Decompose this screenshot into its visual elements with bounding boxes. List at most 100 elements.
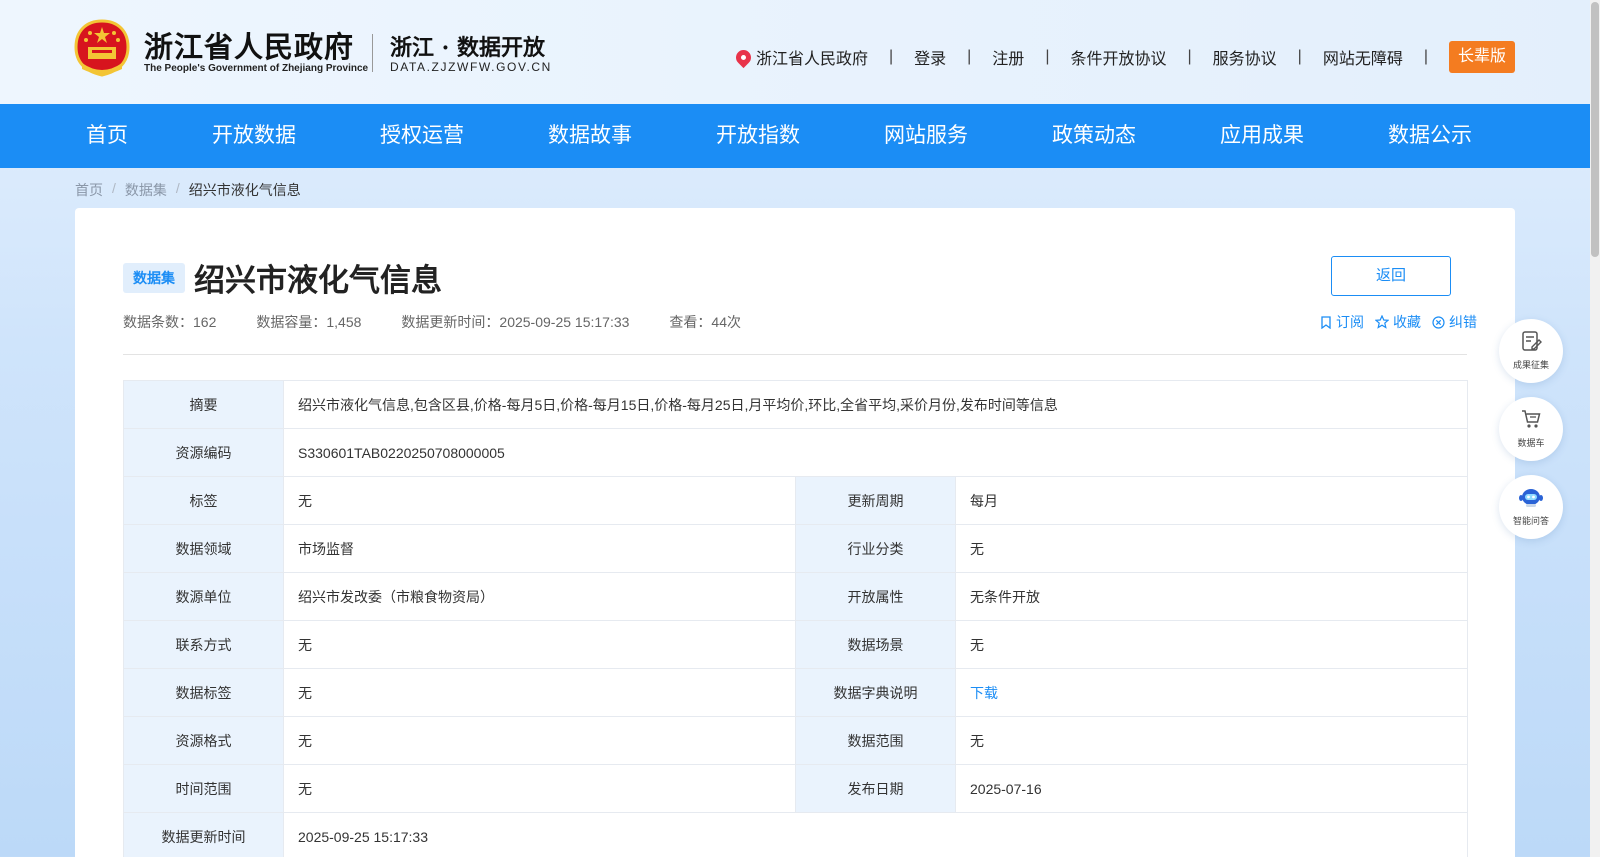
nav-site-services[interactable]: 网站服务 xyxy=(884,104,968,168)
row-label: 开放属性 xyxy=(795,572,956,621)
table-row: 数据更新时间 2025-09-25 15:17:33 xyxy=(123,812,1469,857)
link-separator: | xyxy=(1297,48,1302,65)
link-zhejiang-gov[interactable]: 浙江省人民政府 xyxy=(756,45,868,69)
nav-home[interactable]: 首页 xyxy=(86,104,128,168)
row-label: 数据范围 xyxy=(795,716,956,765)
table-row: 摘要 绍兴市液化气信息,包含区县,价格-每月5日,价格-每月15日,价格-每月2… xyxy=(123,380,1469,429)
row-label: 资源格式 xyxy=(123,716,284,765)
row-label: 更新周期 xyxy=(795,476,956,525)
breadcrumb-datasets[interactable]: 数据集 xyxy=(125,180,167,200)
dataset-card: 数据集 绍兴市液化气信息 返回 数据条数：162 数据容量：1,458 数据更新… xyxy=(75,208,1515,857)
national-emblem-icon[interactable] xyxy=(74,19,130,77)
table-row: 数源单位 绍兴市发改委（市粮食物资局） 开放属性 无条件开放 xyxy=(123,572,1469,621)
register-link[interactable]: 注册 xyxy=(992,45,1024,69)
breadcrumb: 首页 / 数据集 / 绍兴市液化气信息 xyxy=(75,180,301,200)
table-row: 标签 无 更新周期 每月 xyxy=(123,476,1469,525)
accessibility-link[interactable]: 网站无障碍 xyxy=(1323,45,1403,69)
nav-open-index[interactable]: 开放指数 xyxy=(716,104,800,168)
resource-format-value: 无 xyxy=(283,716,796,765)
row-label: 发布日期 xyxy=(795,764,956,813)
smart-qa-button[interactable]: 智能问答 xyxy=(1499,475,1563,539)
breadcrumb-separator: / xyxy=(112,180,116,196)
data-update-time-value: 2025-09-25 15:17:33 xyxy=(282,812,1469,857)
data-scene-value: 无 xyxy=(954,620,1469,669)
row-label: 资源编码 xyxy=(123,428,284,477)
scrollbar-thumb[interactable] xyxy=(1591,2,1599,257)
results-collection-label: 成果征集 xyxy=(1512,360,1549,370)
link-separator: | xyxy=(888,48,894,65)
robot-icon xyxy=(1519,489,1543,507)
top-links: 浙江省人民政府 | 登录 | 注册 | 条件开放协议 | 服务协议 | 网站无障… xyxy=(732,41,1515,73)
row-label: 数据领域 xyxy=(123,524,284,573)
scrollbar[interactable] xyxy=(1590,0,1600,857)
site-header: 浙江省人民政府 The People's Government of Zheji… xyxy=(0,0,1600,104)
view-count: 查看：44次 xyxy=(669,314,741,330)
edit-document-icon xyxy=(1522,331,1542,351)
row-label: 联系方式 xyxy=(123,620,284,669)
row-label: 数据更新时间 xyxy=(123,812,284,857)
open-attribute-value: 无条件开放 xyxy=(954,572,1469,621)
link-separator: | xyxy=(1045,48,1050,65)
dictionary-download-link[interactable]: 下载 xyxy=(954,668,1469,717)
row-label: 标签 xyxy=(123,476,284,525)
report-error-button[interactable]: 纠错 xyxy=(1432,312,1477,332)
industry-value: 无 xyxy=(954,524,1469,573)
login-link[interactable]: 登录 xyxy=(914,45,946,69)
table-row: 联系方式 无 数据场景 无 xyxy=(123,620,1469,669)
row-label: 摘要 xyxy=(123,380,284,429)
breadcrumb-current: 绍兴市液化气信息 xyxy=(188,182,301,198)
breadcrumb-separator: / xyxy=(175,180,180,196)
subscribe-button[interactable]: 订阅 xyxy=(1320,312,1364,332)
subscribe-label: 订阅 xyxy=(1336,314,1364,330)
dataset-type-badge: 数据集 xyxy=(123,263,185,293)
main-nav: 首页 开放数据 授权运营 数据故事 开放指数 网站服务 政策动态 应用成果 数据… xyxy=(0,104,1590,168)
portal-title[interactable]: 浙江 · 数据开放 xyxy=(390,30,545,62)
row-label: 时间范围 xyxy=(123,764,284,813)
breadcrumb-home[interactable]: 首页 xyxy=(75,180,103,200)
nav-data-disclosure[interactable]: 数据公示 xyxy=(1388,104,1472,168)
row-label: 数据字典说明 xyxy=(795,668,956,717)
brand-divider xyxy=(372,34,373,72)
nav-data-stories[interactable]: 数据故事 xyxy=(548,104,632,168)
resource-code-value: S330601TAB0220250708000005 xyxy=(282,428,1469,477)
favorite-button[interactable]: 收藏 xyxy=(1375,312,1421,332)
page-title: 绍兴市液化气信息 xyxy=(194,263,442,298)
conditional-agreement-link[interactable]: 条件开放协议 xyxy=(1070,45,1166,69)
location-pin-icon xyxy=(732,46,755,68)
table-row: 数据领域 市场监督 行业分类 无 xyxy=(123,524,1469,573)
time-range-value: 无 xyxy=(283,764,796,813)
service-agreement-link[interactable]: 服务协议 xyxy=(1213,45,1277,69)
brand-subtitle: The People's Government of Zhejiang Prov… xyxy=(144,63,369,74)
results-collection-button[interactable]: 成果征集 xyxy=(1499,319,1563,383)
nav-app-results[interactable]: 应用成果 xyxy=(1220,104,1304,168)
back-button[interactable]: 返回 xyxy=(1331,256,1451,296)
data-cart-button[interactable]: 数据车 xyxy=(1499,397,1563,461)
table-row: 数据标签 无 数据字典说明 下载 xyxy=(123,668,1469,717)
table-row: 资源编码 S330601TAB0220250708000005 xyxy=(123,428,1469,477)
update-cycle-value: 每月 xyxy=(954,476,1469,525)
nav-policy-news[interactable]: 政策动态 xyxy=(1052,104,1136,168)
row-label: 数据标签 xyxy=(123,668,284,717)
row-label: 数据场景 xyxy=(795,620,956,669)
dataset-info-table: 摘要 绍兴市液化气信息,包含区县,价格-每月5日,价格-每月15日,价格-每月2… xyxy=(123,380,1469,857)
summary-value: 绍兴市液化气信息,包含区县,价格-每月5日,价格-每月15日,价格-每月25日,… xyxy=(282,380,1469,429)
table-row: 时间范围 无 发布日期 2025-07-16 xyxy=(123,764,1469,813)
publish-date-value: 2025-07-16 xyxy=(954,764,1469,813)
nav-open-data[interactable]: 开放数据 xyxy=(212,104,296,168)
data-cart-label: 数据车 xyxy=(1517,438,1545,448)
cart-icon xyxy=(1522,410,1541,428)
data-capacity: 数据容量：1,458 xyxy=(256,314,362,330)
nav-authorized-ops[interactable]: 授权运营 xyxy=(380,104,464,168)
link-separator: | xyxy=(1187,48,1192,65)
table-row: 资源格式 无 数据范围 无 xyxy=(123,716,1469,765)
close-circle-icon xyxy=(1432,315,1445,329)
dataset-actions: 订阅 收藏 纠错 xyxy=(1309,312,1477,332)
elder-mode-button[interactable]: 长辈版 xyxy=(1448,41,1515,73)
data-tags-value: 无 xyxy=(283,668,796,717)
bookmark-icon xyxy=(1321,315,1331,329)
record-count: 数据条数：162 xyxy=(123,314,217,330)
smart-qa-label: 智能问答 xyxy=(1512,516,1549,526)
brand-title[interactable]: 浙江省人民政府 xyxy=(144,24,354,66)
data-domain-value: 市场监督 xyxy=(283,524,796,573)
portal-url: DATA.ZJZWFW.GOV.CN xyxy=(390,60,552,74)
